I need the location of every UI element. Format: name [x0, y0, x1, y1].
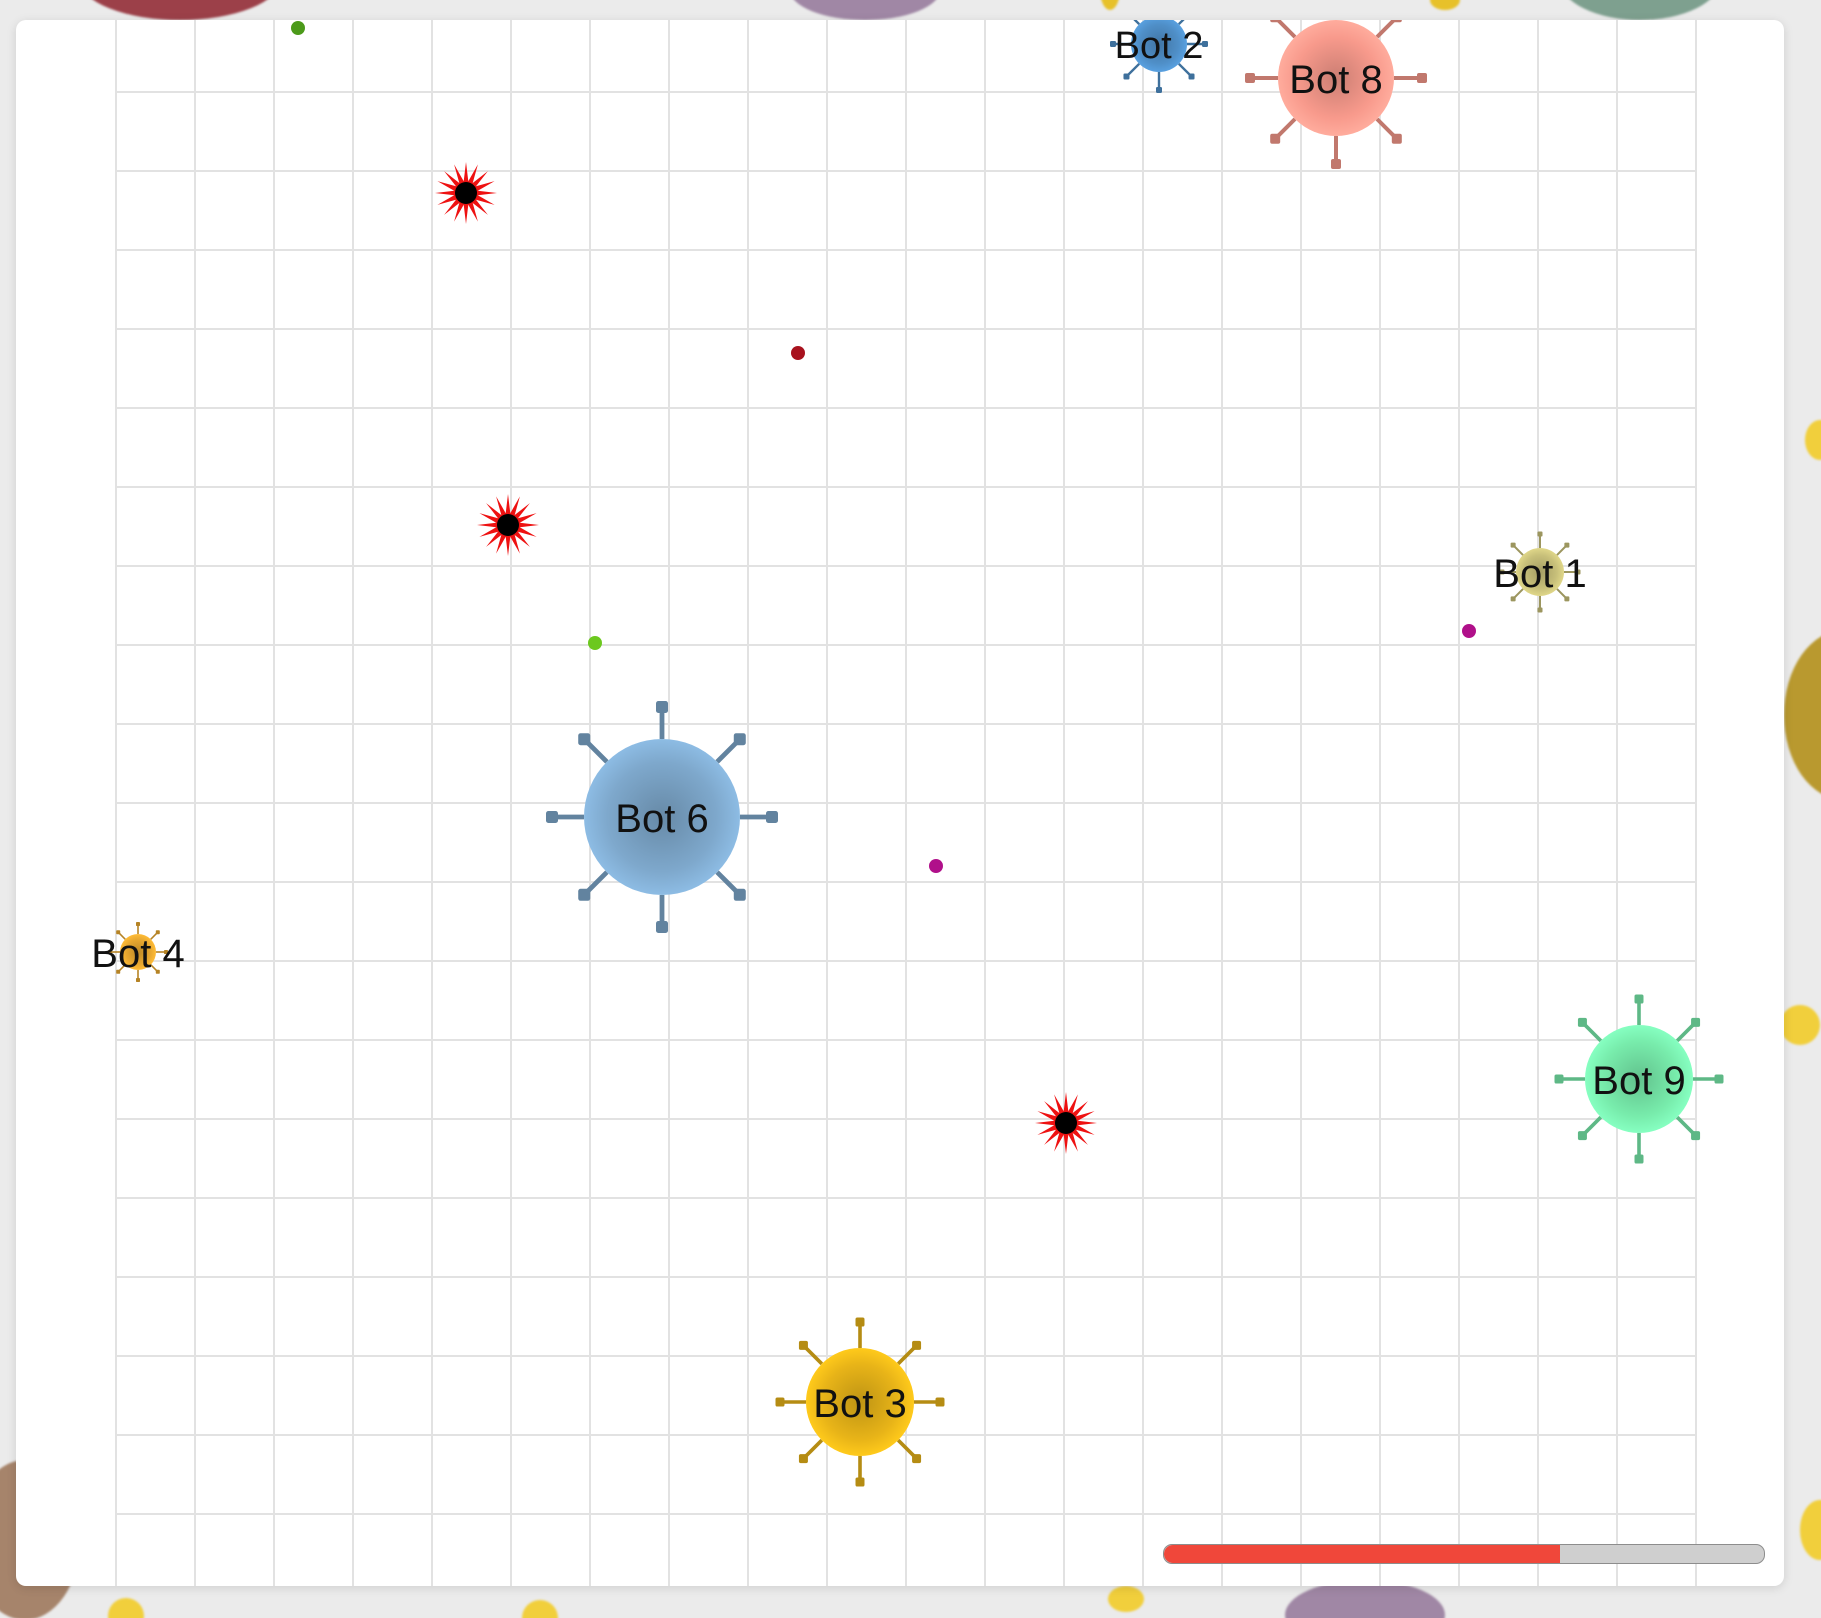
cell-spike-knob	[656, 701, 668, 713]
virus-core	[1055, 1112, 1077, 1134]
cell-spike	[1275, 20, 1297, 39]
cell-spike-knob	[855, 1317, 865, 1327]
cell-spike-knob	[1245, 73, 1255, 83]
cell-spike-knob	[136, 978, 140, 982]
cell-spike	[1133, 20, 1141, 26]
background-cell	[1560, 0, 1720, 20]
background-cell	[108, 1598, 144, 1618]
cell-name-label: Bot 2	[1115, 25, 1204, 67]
cell-spike-knob	[912, 1340, 922, 1350]
cell-spike	[1177, 20, 1185, 26]
virus	[435, 162, 497, 224]
grid	[115, 20, 1697, 1586]
background-cell	[1800, 1500, 1821, 1560]
cell-spike-knob	[546, 811, 558, 823]
player-cell[interactable]: Bot 6	[546, 701, 778, 933]
cell-spike-knob	[935, 1397, 945, 1407]
background-cell	[522, 1600, 558, 1618]
cell-name-label: Bot 9	[1592, 1059, 1685, 1103]
food-pellet	[588, 636, 602, 650]
cell-spike-knob	[1156, 87, 1162, 93]
cell-spike-knob	[1577, 1017, 1587, 1027]
playfield[interactable]: Bot 2 Bot 8 Bot 1 Bot 6 Bot 4 Bot 9 Bot 3	[16, 20, 1784, 1586]
cell-name-label: Bot 1	[1493, 552, 1586, 596]
cell-spike-knob	[578, 733, 591, 746]
player-cell[interactable]: Bot 2	[1110, 20, 1208, 93]
food-pellet	[291, 21, 305, 35]
cell-spike-knob	[855, 1477, 865, 1487]
cell-spike-knob	[766, 811, 778, 823]
cell-name-label: Bot 8	[1289, 58, 1382, 102]
background-cell	[80, 0, 280, 20]
cell-name-label: Bot 3	[813, 1382, 906, 1426]
progress-fill	[1164, 1545, 1560, 1563]
cell-spike-knob	[798, 1340, 808, 1350]
food-pellet	[1462, 624, 1476, 638]
cell-spike-knob	[798, 1454, 808, 1464]
mass-progress-bar	[1163, 1544, 1765, 1564]
background-cell	[1784, 630, 1821, 800]
cell-spike-knob	[578, 888, 591, 901]
cell-spike-knob	[1691, 1131, 1701, 1141]
cell-spike-knob	[1188, 73, 1195, 80]
cell-spike-knob	[1417, 73, 1427, 83]
game-canvas[interactable]: Bot 2 Bot 8 Bot 1 Bot 6 Bot 4 Bot 9 Bot 3	[16, 20, 1784, 1586]
background-cell	[1430, 0, 1460, 10]
cell-spike-knob	[1123, 73, 1130, 80]
cell-name-label: Bot 6	[615, 797, 708, 841]
food-pellet	[929, 859, 943, 873]
cell-spike-knob	[1634, 994, 1644, 1004]
cell-spike-knob	[1270, 133, 1281, 144]
player-cell[interactable]: Bot 9	[1554, 994, 1724, 1164]
virus-core	[455, 182, 477, 204]
cell-spike-knob	[775, 1397, 785, 1407]
background-cell	[1100, 0, 1120, 10]
cell-spike-knob	[1564, 542, 1570, 548]
cell-spike-knob	[136, 922, 140, 926]
cell-spike-knob	[1510, 596, 1516, 602]
cell-spike-knob	[1634, 1154, 1644, 1164]
virus	[477, 494, 539, 556]
background-cell	[790, 0, 940, 20]
background-cell	[1108, 1586, 1144, 1612]
cell-spike-knob	[1331, 159, 1341, 169]
player-cell[interactable]: Bot 1	[1493, 531, 1587, 613]
cell-spike-knob	[1564, 596, 1570, 602]
cell-spike-knob	[1537, 531, 1543, 537]
food-pellet	[791, 346, 805, 360]
cell-spike-knob	[1554, 1074, 1564, 1084]
virus-core	[497, 514, 519, 536]
virus	[1035, 1092, 1097, 1154]
cell-spike-knob	[1577, 1131, 1587, 1141]
cell-spike-knob	[1391, 20, 1402, 23]
background-cell	[1780, 1005, 1820, 1045]
cell-spike-knob	[733, 733, 746, 746]
player-cell[interactable]: Bot 4	[91, 922, 185, 982]
player-cell[interactable]: Bot 3	[775, 1317, 945, 1487]
cell-spike-knob	[1691, 1017, 1701, 1027]
cell-spike-knob	[1391, 133, 1402, 144]
cell-spike-knob	[1510, 542, 1516, 548]
cell-spike-knob	[1714, 1074, 1724, 1084]
cell-spike-knob	[656, 921, 668, 933]
cell-spike-knob	[733, 888, 746, 901]
background-cell	[1805, 420, 1821, 460]
cell-spike-knob	[1270, 20, 1281, 23]
cell-spike-knob	[1537, 607, 1543, 613]
cell-name-label: Bot 4	[91, 932, 184, 976]
cell-spike-knob	[912, 1454, 922, 1464]
player-cell[interactable]: Bot 8	[1245, 20, 1427, 169]
